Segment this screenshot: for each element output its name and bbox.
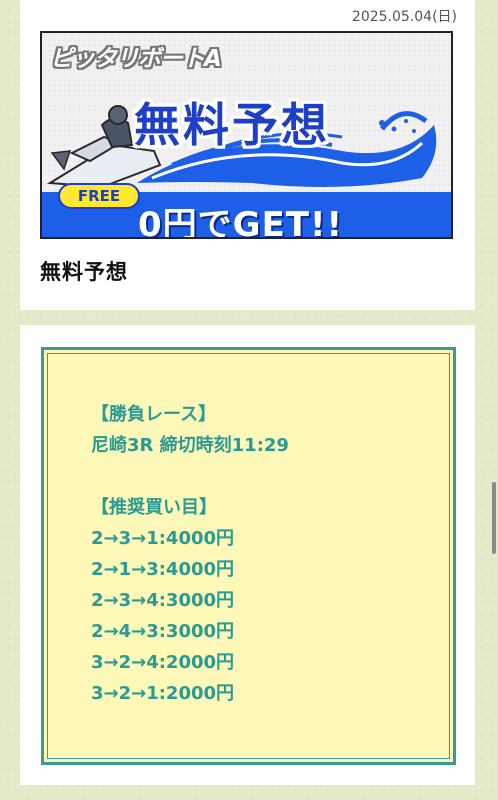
pick-item: 3→2→1:2000円 xyxy=(91,683,235,704)
pick-item: 2→3→1:4000円 xyxy=(91,528,235,549)
pick-item: 2→1→3:4000円 xyxy=(91,559,235,580)
forecast-card: 【勝負レース】 尼崎3R 締切時刻11:29 【推奨買い目】 2→3→1:400… xyxy=(20,325,475,785)
free-badge: FREE xyxy=(58,183,140,209)
pick-item: 3→2→4:2000円 xyxy=(91,652,235,673)
pick-item: 2→4→3:3000円 xyxy=(91,621,235,642)
pick-item: 2→3→4:3000円 xyxy=(91,590,235,611)
post-date: 2025.05.04(日) xyxy=(351,9,457,25)
picks-heading: 【推奨買い目】 xyxy=(91,497,217,518)
free-forecast-banner[interactable]: ピッタリボートA 無料予想 FREE 0円でGET!! xyxy=(40,31,453,239)
banner-card[interactable]: 2025.05.04(日) ピッタリボートA 無料予想 FREE 0円でGET!… xyxy=(20,0,475,310)
banner-title: 無料予想 xyxy=(134,98,330,152)
forecast-box: 【勝負レース】 尼崎3R 締切時刻11:29 【推奨買い目】 2→3→1:400… xyxy=(41,347,456,765)
brand-logo: ピッタリボートA xyxy=(50,46,222,72)
forecast-content: 【勝負レース】 尼崎3R 締切時刻11:29 【推奨買い目】 2→3→1:400… xyxy=(91,399,289,709)
race-heading: 【勝負レース】 xyxy=(91,404,217,425)
card-caption[interactable]: 無料予想 xyxy=(40,256,128,286)
scrollbar[interactable] xyxy=(492,482,496,554)
banner-cta-text: 0円でGET!! xyxy=(138,205,343,239)
race-info: 尼崎3R 締切時刻11:29 xyxy=(91,435,289,456)
